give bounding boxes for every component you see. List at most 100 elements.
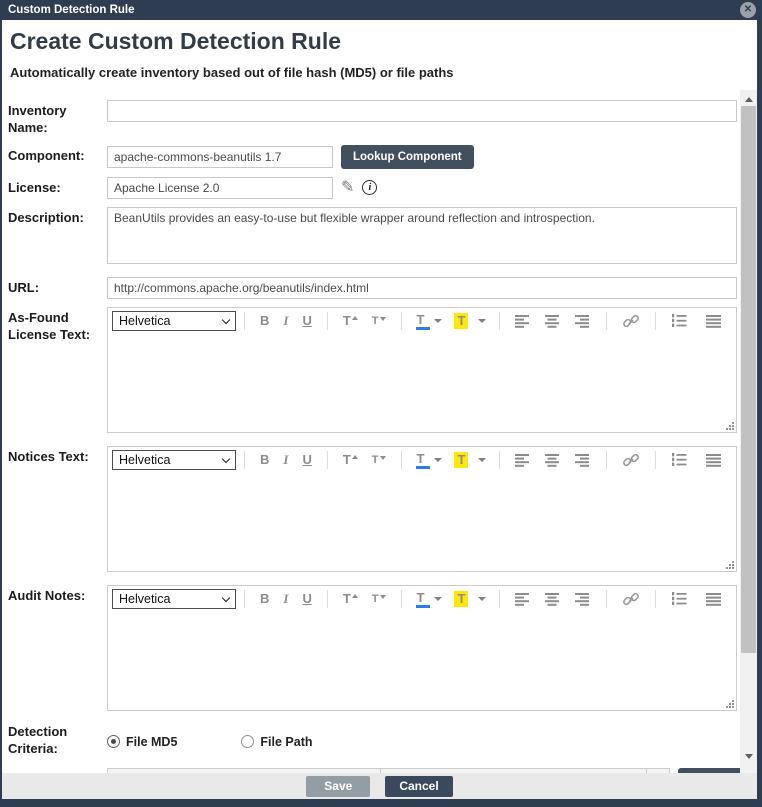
justify-icon[interactable]	[706, 454, 722, 467]
detection-criteria-label: Detection Criteria:	[8, 721, 107, 758]
bold-button[interactable]: B	[260, 314, 269, 328]
notices-text-label: Notices Text:	[8, 446, 107, 572]
row-notices-text: Notices Text: Helvetica B I	[8, 446, 737, 572]
highlight-color-button[interactable]: T	[454, 591, 468, 607]
highlight-dropdown-icon[interactable]	[478, 319, 486, 323]
font-select-value: Helvetica	[119, 453, 170, 467]
lookup-component-button[interactable]: Lookup Component	[341, 145, 474, 169]
vertical-scrollbar[interactable]	[740, 90, 757, 773]
radio-file-md5[interactable]: File MD5	[107, 735, 177, 749]
radio-file-path[interactable]: File Path	[241, 735, 312, 749]
justify-icon[interactable]	[706, 593, 722, 606]
chevron-down-icon	[222, 594, 230, 602]
increase-font-size-button[interactable]: T	[343, 314, 358, 328]
underline-button[interactable]: U	[302, 453, 311, 467]
editor-toolbar: Helvetica B I U T T	[108, 586, 736, 613]
highlight-dropdown-icon[interactable]	[478, 597, 486, 601]
dialog-titlebar: Custom Detection Rule ✕	[0, 0, 762, 20]
inventory-name-label: Inventory Name:	[8, 100, 107, 137]
decrease-font-size-button[interactable]: T	[372, 315, 386, 327]
description-textarea[interactable]: BeanUtils provides an easy-to-use but fl…	[107, 207, 737, 264]
font-family-select[interactable]: Helvetica	[112, 311, 236, 331]
increase-font-size-button[interactable]: T	[343, 453, 358, 467]
as-found-license-editor: Helvetica B I U T T	[107, 307, 737, 433]
highlight-color-button[interactable]: T	[454, 313, 468, 329]
scrollbar-down-icon[interactable]	[740, 749, 757, 763]
underline-button[interactable]: U	[302, 314, 311, 328]
url-label: URL:	[8, 277, 107, 299]
align-left-icon[interactable]	[515, 454, 531, 467]
radio-unselected-icon[interactable]	[241, 735, 254, 748]
scrollbar-thumb[interactable]	[741, 106, 756, 653]
edit-pencil-icon[interactable]: ✎	[341, 180, 354, 196]
inventory-name-input[interactable]	[107, 100, 737, 122]
highlight-dropdown-icon[interactable]	[478, 458, 486, 462]
license-input[interactable]	[107, 177, 333, 199]
audit-notes-content[interactable]	[108, 613, 736, 710]
resize-grip-icon[interactable]	[725, 560, 734, 569]
font-family-select[interactable]: Helvetica	[112, 450, 236, 470]
font-family-select[interactable]: Helvetica	[112, 589, 236, 609]
audit-notes-label: Audit Notes:	[8, 585, 107, 711]
bold-button[interactable]: B	[260, 592, 269, 606]
notices-text-content[interactable]	[108, 474, 736, 571]
justify-icon[interactable]	[706, 315, 722, 328]
link-icon[interactable]	[622, 452, 640, 468]
underline-button[interactable]: U	[302, 592, 311, 606]
text-color-dropdown-icon[interactable]	[434, 319, 442, 323]
text-color-dropdown-icon[interactable]	[434, 597, 442, 601]
audit-notes-editor: Helvetica B I U T T	[107, 585, 737, 711]
row-as-found-license-text: As-Found License Text: Helvetica B I	[8, 307, 737, 433]
resize-grip-icon[interactable]	[725, 421, 734, 430]
font-select-value: Helvetica	[119, 592, 170, 606]
ordered-list-icon[interactable]	[671, 314, 687, 328]
highlight-color-button[interactable]: T	[454, 452, 468, 468]
form-area: Inventory Name: Component: Lookup Compon…	[2, 90, 740, 773]
link-icon[interactable]	[622, 591, 640, 607]
info-icon[interactable]: i	[362, 180, 377, 195]
cancel-button[interactable]: Cancel	[385, 776, 452, 797]
chevron-down-icon	[222, 316, 230, 324]
align-left-icon[interactable]	[515, 315, 531, 328]
text-color-button[interactable]: T	[417, 591, 425, 605]
component-input[interactable]	[107, 146, 333, 168]
align-center-icon[interactable]	[545, 315, 561, 328]
radio-selected-icon[interactable]	[107, 735, 120, 748]
align-right-icon[interactable]	[575, 593, 591, 606]
bold-button[interactable]: B	[260, 453, 269, 467]
dialog-body: Create Custom Detection Rule Automatical…	[2, 20, 757, 799]
italic-button[interactable]: I	[283, 592, 288, 606]
dialog-title: Custom Detection Rule	[8, 4, 135, 16]
ordered-list-icon[interactable]	[671, 592, 687, 606]
ordered-list-icon[interactable]	[671, 453, 687, 467]
align-right-icon[interactable]	[575, 454, 591, 467]
row-description: Description: BeanUtils provides an easy-…	[8, 207, 737, 269]
text-color-dropdown-icon[interactable]	[434, 458, 442, 462]
row-component: Component: Lookup Component	[8, 145, 737, 169]
decrease-font-size-button[interactable]: T	[372, 454, 386, 466]
row-license: License: ✎ i	[8, 177, 737, 199]
as-found-license-label: As-Found License Text:	[8, 307, 107, 433]
save-button[interactable]: Save	[306, 776, 370, 797]
page-title: Create Custom Detection Rule	[10, 28, 749, 55]
as-found-license-content[interactable]	[108, 335, 736, 432]
scrollbar-up-icon[interactable]	[740, 92, 757, 106]
align-right-icon[interactable]	[575, 315, 591, 328]
notices-text-editor: Helvetica B I U T T	[107, 446, 737, 572]
resize-grip-icon[interactable]	[725, 699, 734, 708]
align-left-icon[interactable]	[515, 593, 531, 606]
italic-button[interactable]: I	[283, 314, 288, 328]
italic-button[interactable]: I	[283, 453, 288, 467]
custom-detection-rule-dialog: Custom Detection Rule ✕ Create Custom De…	[0, 0, 762, 807]
close-icon[interactable]: ✕	[740, 2, 756, 18]
scroll-region: Inventory Name: Component: Lookup Compon…	[2, 90, 757, 773]
text-color-button[interactable]: T	[417, 452, 425, 466]
link-icon[interactable]	[622, 313, 640, 329]
decrease-font-size-button[interactable]: T	[372, 593, 386, 605]
align-center-icon[interactable]	[545, 593, 561, 606]
description-label: Description:	[8, 207, 107, 269]
url-input[interactable]	[107, 277, 737, 299]
text-color-button[interactable]: T	[417, 313, 425, 327]
align-center-icon[interactable]	[545, 454, 561, 467]
increase-font-size-button[interactable]: T	[343, 592, 358, 606]
